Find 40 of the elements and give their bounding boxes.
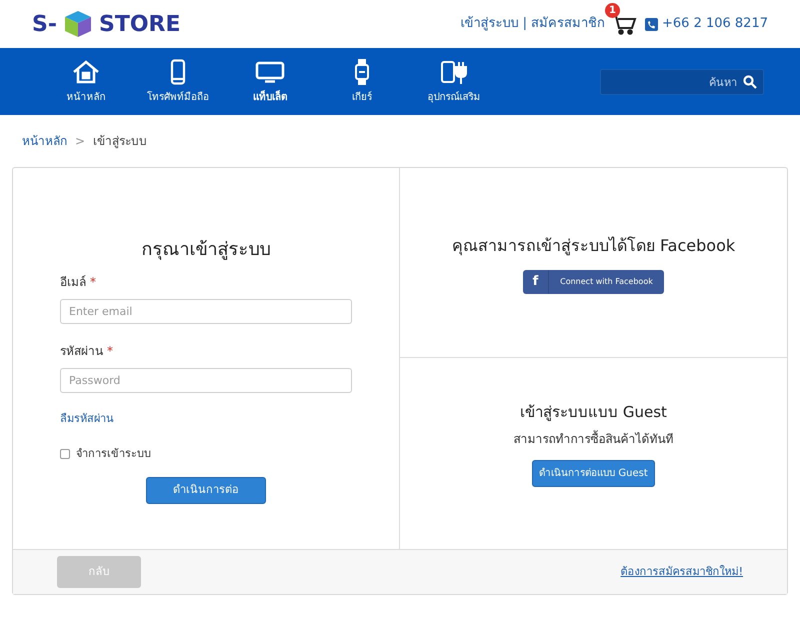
phone-icon: [645, 18, 658, 30]
nav-item[interactable]: แท็บเล็ต: [224, 58, 316, 104]
facebook-title: คุณสามารถเข้าสู่ระบบได้โดย Facebook: [452, 235, 736, 258]
login-title: กรุณาเข้าสู่ระบบ: [140, 238, 272, 262]
remember-checkbox[interactable]: [60, 448, 70, 459]
cube-icon: [62, 9, 93, 39]
login-link[interactable]: เข้าสู่ระบบ: [460, 14, 519, 34]
text-input[interactable]: Password: [60, 368, 352, 393]
nav-item[interactable]: เกียร์: [316, 58, 408, 104]
nav-item[interactable]: โทรศัพท์มือถือ: [132, 58, 224, 104]
guest-title: เข้าสู่ระบบแบบ Guest: [520, 402, 667, 423]
continue-button[interactable]: ดำเนินการต่อ: [146, 477, 266, 504]
breadcrumb-item[interactable]: หน้าหลัก: [22, 132, 67, 150]
register-link[interactable]: ต้องการสมัครสมาชิกใหม่!: [620, 564, 743, 580]
field-label: อีเมล์: [60, 274, 86, 291]
breadcrumb-separator: >: [75, 133, 86, 150]
guest-subtitle: สามารถทำการซื้อสินค้าได้ทันที: [514, 430, 674, 448]
register-link[interactable]: สมัครสมาชิก: [531, 14, 605, 34]
store-logo[interactable]: S- STORE: [32, 8, 181, 40]
required-mark: *: [90, 274, 96, 291]
field-label: รหัสผ่าน: [60, 343, 103, 360]
search-icon[interactable]: [743, 74, 757, 88]
required-mark: *: [107, 343, 113, 360]
nav-item[interactable]: หน้าหลัก: [40, 58, 132, 104]
breadcrumb-item: เข้าสู่ระบบ: [93, 133, 148, 150]
text-input[interactable]: Enter email: [60, 299, 352, 324]
nav-item[interactable]: อุปกรณ์เสริม: [408, 58, 500, 104]
house-icon: [72, 60, 100, 84]
link-separator: |: [522, 15, 527, 34]
smartphone-icon: [170, 58, 186, 84]
forgot-password-link[interactable]: ลืมรหัสผ่าน: [60, 411, 114, 428]
plug-icon: [440, 58, 468, 84]
guest-continue-button[interactable]: ดำเนินการต่อแบบ Guest: [532, 460, 655, 486]
watch-icon: [354, 58, 370, 84]
search-field[interactable]: ค้นหา: [600, 69, 764, 95]
monitor-icon: [255, 60, 285, 82]
checkbox-label: จำการเข้าระบบ: [76, 446, 151, 462]
cart-count-badge: 1: [605, 3, 620, 18]
facebook-connect-button[interactable]: f Connect with Facebook: [523, 270, 664, 294]
phone-number: +66 2 106 8217: [662, 15, 768, 34]
